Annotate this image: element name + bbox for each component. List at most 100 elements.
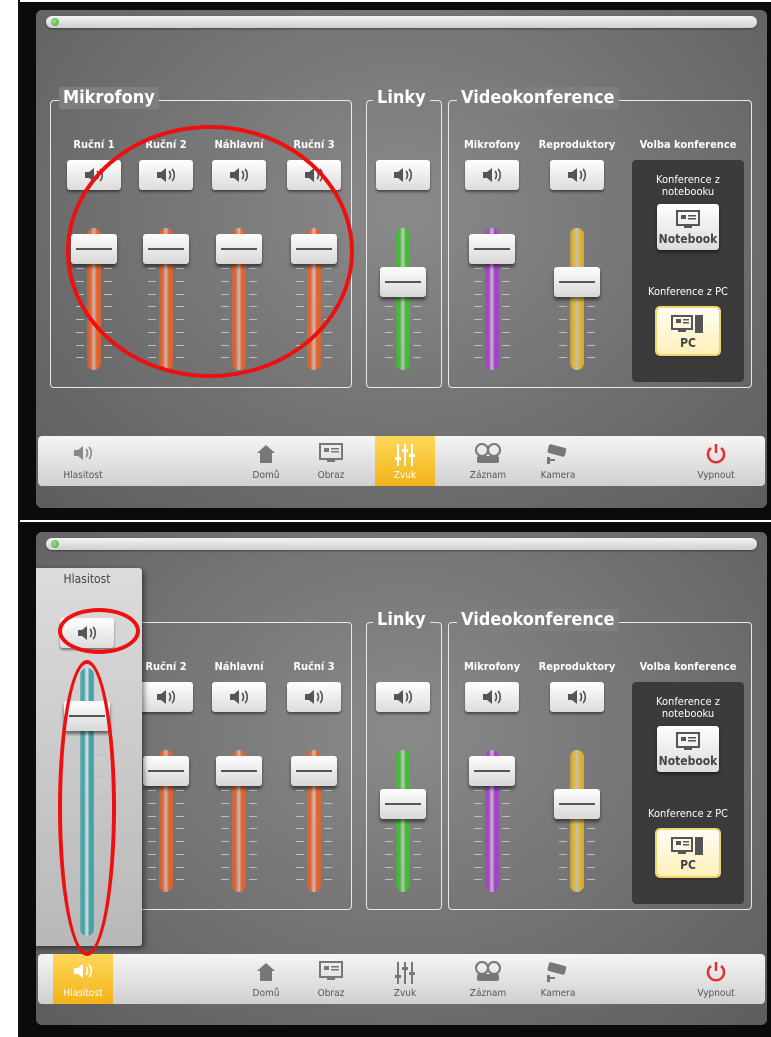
fader-tick: [324, 790, 332, 791]
nav-item-zaznam[interactable]: Záznam: [458, 436, 518, 486]
annotation-ellipse-master-fader: [58, 660, 116, 956]
fader-knob-vk_mikrofony[interactable]: [469, 234, 515, 265]
fader-knob-vk_mikrofony[interactable]: [469, 756, 515, 787]
fader-tick: [413, 306, 421, 308]
pc-button-label: PC: [680, 858, 696, 872]
speaker-icon: [394, 690, 413, 704]
fader-tick: [324, 866, 332, 868]
fader-tick: [413, 879, 421, 881]
fader-knob-linky[interactable]: [380, 266, 426, 297]
nav-item-zaznam[interactable]: Záznam: [458, 954, 518, 1004]
fader-tick: [587, 306, 595, 308]
mute-button-vk_mikrofony[interactable]: [465, 682, 519, 712]
fader-tick: [385, 828, 393, 830]
mute-button-linky[interactable]: [376, 160, 430, 190]
channel-label-volba: Volba konference: [639, 660, 737, 673]
fader-tick: [221, 802, 229, 804]
fader-tick: [324, 828, 332, 830]
fader-tick: [385, 319, 393, 320]
nav-item-vypnout[interactable]: Vypnout: [686, 436, 746, 486]
fader-tick: [413, 828, 421, 830]
fader-tick: [502, 879, 510, 881]
conference-select-panel: Konference z notebooku Notebook Konferen…: [632, 682, 744, 904]
speaker-icon: [394, 168, 413, 182]
fader-tick: [474, 344, 482, 346]
fader-tick: [474, 802, 482, 804]
fader-tick: [296, 815, 304, 817]
nav-item-domu[interactable]: Domů: [236, 436, 296, 486]
pc-conference-button[interactable]: PC: [655, 828, 721, 878]
mute-button-linky[interactable]: [376, 682, 430, 712]
nav-label-obraz: Obraz: [317, 988, 345, 999]
zaznam-icon: [475, 443, 501, 463]
notebook-conference-label: Konference z notebooku: [656, 173, 720, 198]
nav-item-domu[interactable]: Domů: [236, 954, 296, 1004]
hlasitost-icon: [74, 964, 93, 978]
fader-knob-rucni2[interactable]: [143, 756, 189, 787]
pc-conference-button[interactable]: PC: [655, 306, 721, 356]
fader-knob-rucni3[interactable]: [291, 756, 337, 787]
fader-tick: [559, 866, 567, 868]
nav-item-zvuk[interactable]: Zvuk: [375, 436, 435, 486]
nav-item-hlasitost[interactable]: Hlasitost: [53, 436, 113, 486]
fader-knob-nahlavni[interactable]: [216, 756, 262, 787]
fader-tick: [502, 802, 510, 804]
fader-tick: [413, 853, 421, 855]
fader-knob-vk_reproduktory[interactable]: [554, 788, 600, 819]
nav-item-vypnout[interactable]: Vypnout: [686, 954, 746, 1004]
notebook-conference-button[interactable]: Notebook: [657, 204, 719, 250]
notebook-conference-button[interactable]: Notebook: [657, 726, 719, 772]
fader-tick: [221, 841, 229, 842]
nav-item-zvuk[interactable]: Zvuk: [375, 954, 435, 1004]
fader-tick: [587, 828, 595, 830]
desktop-pc-icon: [671, 837, 703, 855]
fader-track-linky[interactable]: [396, 228, 410, 370]
fader-tick: [324, 815, 332, 817]
notebook-button-label: Notebook: [658, 232, 718, 246]
fader-tick: [221, 879, 229, 881]
pc-conference-label: Konference z PC: [648, 285, 728, 298]
fader-tick: [559, 306, 567, 308]
mute-button-rucni3[interactable]: [287, 682, 341, 712]
nav-item-obraz[interactable]: Obraz: [301, 954, 361, 1004]
nav-item-hlasitost[interactable]: Hlasitost: [53, 954, 113, 1004]
mute-button-vk_mikrofony[interactable]: [465, 160, 519, 190]
fader-tick: [474, 879, 482, 881]
fader-tick: [385, 866, 393, 868]
mute-button-vk_reproduktory[interactable]: [550, 160, 604, 190]
nav-label-zaznam: Záznam: [469, 470, 507, 481]
fader-tick: [413, 331, 421, 333]
channel-label-rucni1: Ruční 1: [73, 138, 115, 151]
fader-tick: [385, 879, 393, 881]
vypnout-icon: [706, 962, 726, 982]
fader-tick: [559, 319, 567, 320]
fader-knob-vk_reproduktory[interactable]: [554, 266, 600, 297]
nav-item-kamera[interactable]: Kamera: [528, 436, 588, 486]
fader-tick: [413, 866, 421, 868]
fader-tick: [324, 841, 332, 842]
nav-label-domu: Domů: [252, 470, 280, 481]
fader-tick: [385, 841, 393, 842]
nav-item-obraz[interactable]: Obraz: [301, 436, 361, 486]
fader-tick: [104, 344, 112, 346]
fader-tick: [176, 815, 184, 817]
mute-button-nahlavni[interactable]: [212, 682, 266, 712]
mute-button-vk_reproduktory[interactable]: [550, 682, 604, 712]
status-dot-icon: [51, 18, 59, 26]
fader-tick: [296, 866, 304, 868]
fader-tick: [474, 319, 482, 320]
nav-label-hlasitost: Hlasitost: [63, 988, 103, 999]
obraz-icon: [319, 961, 343, 980]
nav-label-domu: Domů: [252, 988, 280, 999]
fader-tick: [474, 841, 482, 842]
fader-knob-linky[interactable]: [380, 788, 426, 819]
fader-tick: [249, 790, 257, 791]
zvuk-icon: [395, 962, 415, 984]
nav-item-kamera[interactable]: Kamera: [528, 954, 588, 1004]
fader-track-linky[interactable]: [396, 750, 410, 892]
group-title-videokonference: Videokonference: [457, 87, 619, 109]
mute-button-rucni2[interactable]: [139, 682, 193, 712]
fader-tick: [413, 319, 421, 320]
fader-track-vk_reproduktory[interactable]: [570, 750, 584, 892]
fader-track-vk_reproduktory[interactable]: [570, 228, 584, 370]
